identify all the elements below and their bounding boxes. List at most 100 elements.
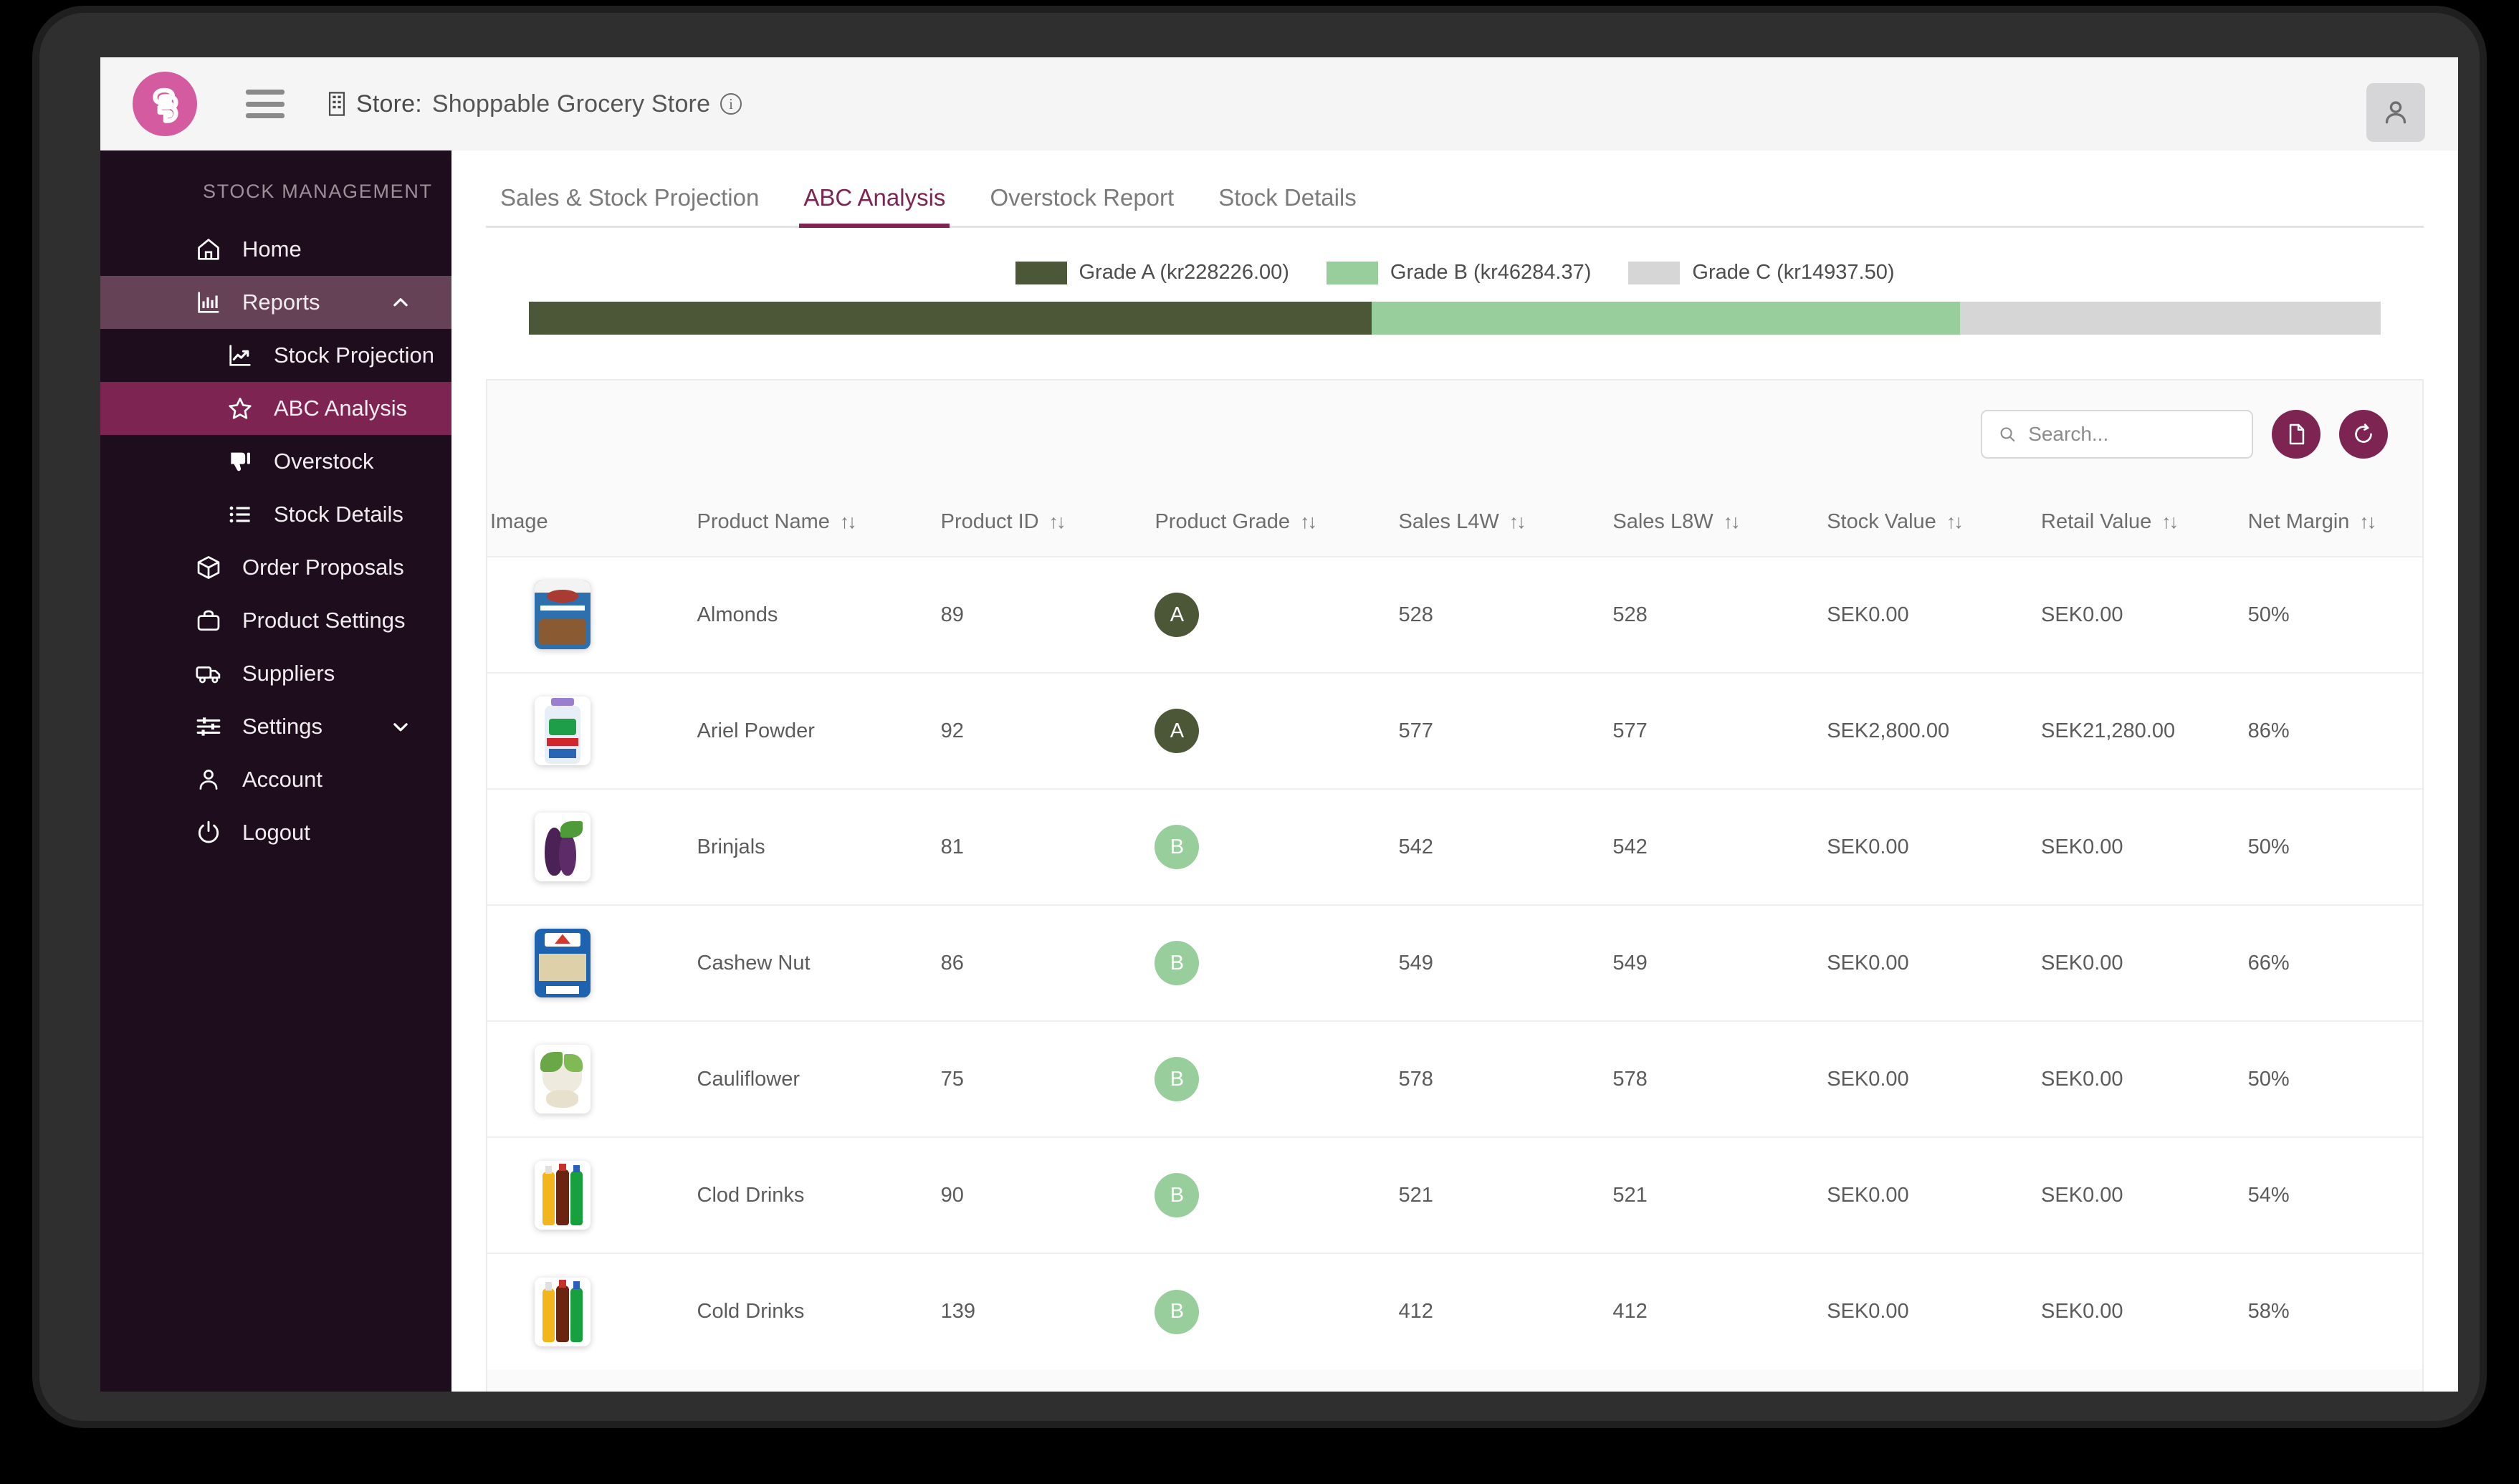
column-header-net-margin[interactable]: Net Margin ↑↓	[2245, 488, 2422, 557]
legend-swatch-grade-b	[1326, 261, 1378, 284]
column-header-sales-l4w[interactable]: Sales L4W ↑↓	[1396, 488, 1610, 557]
tab-overstock-report[interactable]: Overstock Report	[990, 184, 1174, 226]
store-selector[interactable]: Store: Shoppable Grocery Store i	[328, 90, 742, 118]
column-header-sales-l8w[interactable]: Sales L8W ↑↓	[1610, 488, 1824, 557]
cell-sales-l4w: 577	[1398, 719, 1433, 742]
cell-product-id: 75	[940, 1067, 964, 1091]
hamburger-line	[246, 113, 285, 118]
export-document-button[interactable]	[2272, 410, 2320, 459]
table-row[interactable]: Clod Drinks 90 B 521 521 SEK0.00 SEK0.00 54%	[487, 1137, 2422, 1253]
product-thumbnail	[535, 929, 591, 997]
sidebar-item-account[interactable]: Account	[100, 753, 451, 806]
sidebar-item-label: Home	[242, 236, 302, 262]
product-thumbnail	[535, 1045, 591, 1114]
sidebar-item-settings[interactable]: Settings	[100, 700, 451, 753]
sidebar-item-label: ABC Analysis	[274, 396, 408, 421]
hamburger-line	[246, 101, 285, 107]
cell-sales-l8w: 542	[1612, 835, 1648, 858]
column-header-product-name[interactable]: Product Name ↑↓	[694, 488, 938, 557]
bar-chart-icon	[193, 287, 224, 317]
legend-label-grade-c: Grade C (kr14937.50)	[1692, 261, 1895, 284]
products-table-card: Image Product Name ↑↓ Product ID ↑↓ Produc…	[486, 379, 2424, 1392]
tab-sales-stock-projection[interactable]: Sales & Stock Projection	[500, 184, 759, 226]
table-row[interactable]: Cold Drinks 139 B 412 412 SEK0.00 SEK0.00 58%	[487, 1253, 2422, 1369]
cell-sales-l4w: 412	[1398, 1300, 1433, 1323]
sidebar-item-overstock[interactable]: Overstock	[100, 435, 451, 488]
sidebar-item-stock-details[interactable]: Stock Details	[100, 488, 451, 541]
cell-sales-l4w: 521	[1398, 1183, 1433, 1207]
sort-icon[interactable]: ↑↓	[2161, 511, 2179, 532]
cell-sales-l4w: 578	[1398, 1067, 1433, 1091]
column-header-stock-value[interactable]: Stock Value ↑↓	[1824, 488, 2038, 557]
app-logo[interactable]	[133, 72, 197, 136]
column-header-retail-value[interactable]: Retail Value ↑↓	[2038, 488, 2245, 557]
menu-toggle-button[interactable]	[246, 90, 285, 118]
search-input[interactable]	[2028, 423, 2236, 446]
table-row[interactable]: Cashew Nut 86 B 549 549 SEK0.00 SEK0.00 66%	[487, 905, 2422, 1021]
cell-image	[487, 905, 694, 1021]
top-bar: Store: Shoppable Grocery Store i	[100, 57, 2458, 150]
table-row[interactable]: Cauliflower 75 B 578 578 SEK0.00 SEK0.00 50%	[487, 1021, 2422, 1137]
sidebar-item-suppliers[interactable]: Suppliers	[100, 647, 451, 700]
sort-icon[interactable]: ↑↓	[1724, 511, 1741, 532]
column-label: Sales L8W	[1612, 510, 1713, 533]
cell-image	[487, 789, 694, 905]
table-row[interactable]: Almonds 89 A 528 528 SEK0.00 SEK0.00 50%	[487, 557, 2422, 673]
hamburger-line	[246, 90, 285, 95]
sidebar-item-abc-analysis[interactable]: ABC Analysis	[100, 382, 451, 435]
user-avatar-button[interactable]	[2366, 83, 2425, 142]
table-toolbar	[487, 380, 2422, 488]
column-header-product-grade[interactable]: Product Grade ↑↓	[1152, 488, 1395, 557]
sidebar-item-home[interactable]: Home	[100, 223, 451, 276]
sort-icon[interactable]: ↑↓	[840, 511, 857, 532]
tab-abc-analysis[interactable]: ABC Analysis	[799, 184, 950, 228]
store-prefix-label: Store:	[356, 90, 422, 118]
sidebar-item-logout[interactable]: Logout	[100, 806, 451, 859]
table-header-row: Image Product Name ↑↓ Product ID ↑↓ Produc…	[487, 488, 2422, 557]
product-thumbnail	[535, 813, 591, 881]
line-chart-icon	[225, 340, 255, 370]
box-icon	[193, 552, 224, 583]
chevron-up-icon[interactable]	[390, 292, 411, 313]
cell-net-margin: 54%	[2247, 1183, 2290, 1207]
cell-product-name: Brinjals	[697, 835, 765, 858]
cell-product-name: Cashew Nut	[697, 951, 811, 975]
cell-retail-value: SEK0.00	[2041, 835, 2123, 858]
sort-icon[interactable]: ↑↓	[1946, 511, 1964, 532]
refresh-button[interactable]	[2339, 410, 2388, 459]
sidebar-item-order-proposals[interactable]: Order Proposals	[100, 541, 451, 594]
sidebar-item-stock-projection[interactable]: Stock Projection	[100, 329, 451, 382]
sort-icon[interactable]: ↑↓	[1049, 511, 1066, 532]
cell-image	[487, 557, 694, 673]
sidebar-item-label: Order Proposals	[242, 555, 404, 580]
products-table: Image Product Name ↑↓ Product ID ↑↓ Produc…	[487, 488, 2422, 1369]
grade-legend: Grade A (kr228226.00) Grade B (kr46284.3…	[486, 261, 2424, 284]
cell-product-name: Ariel Powder	[697, 719, 815, 742]
chevron-down-icon[interactable]	[390, 716, 411, 737]
grade-badge: A	[1155, 709, 1200, 753]
column-header-product-id[interactable]: Product ID ↑↓	[938, 488, 1152, 557]
sort-icon[interactable]: ↑↓	[1509, 511, 1526, 532]
sidebar-item-label: Suppliers	[242, 661, 335, 686]
column-label: Product Name	[697, 510, 830, 533]
table-row[interactable]: Brinjals 81 B 542 542 SEK0.00 SEK0.00 50%	[487, 789, 2422, 905]
product-thumbnail	[535, 696, 591, 765]
sort-icon[interactable]: ↑↓	[2359, 511, 2376, 532]
info-icon[interactable]: i	[720, 93, 742, 115]
cell-image	[487, 1137, 694, 1253]
cell-product-grade: B	[1152, 905, 1395, 1021]
cell-retail-value: SEK0.00	[2041, 603, 2123, 626]
column-label: Sales L4W	[1398, 510, 1499, 533]
sort-icon[interactable]: ↑↓	[1300, 511, 1317, 532]
cell-product-name: Cauliflower	[697, 1067, 800, 1091]
sidebar-item-reports[interactable]: Reports	[100, 276, 451, 329]
legend-label-grade-b: Grade B (kr46284.37)	[1390, 261, 1592, 284]
cell-sales-l8w: 577	[1612, 719, 1648, 742]
legend-entry-grade-b: Grade B (kr46284.37)	[1326, 261, 1592, 284]
table-row[interactable]: Ariel Powder 92 A 577 577 SEK2,800.00 SEK21,28…	[487, 673, 2422, 789]
search-box[interactable]	[1981, 410, 2253, 459]
tab-stock-details[interactable]: Stock Details	[1218, 184, 1357, 226]
cell-retail-value: SEK0.00	[2041, 1300, 2123, 1323]
sidebar-item-product-settings[interactable]: Product Settings	[100, 594, 451, 647]
grade-badge: B	[1155, 825, 1200, 869]
